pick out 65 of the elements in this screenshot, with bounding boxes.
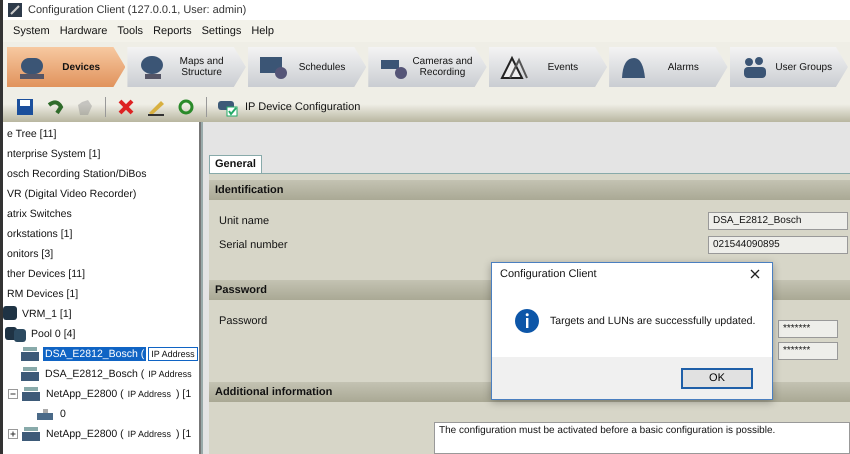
nav-tab[interactable]: User Groups: [730, 47, 848, 87]
nav-tab[interactable]: Maps and Structure: [127, 47, 246, 87]
ok-button[interactable]: OK: [681, 368, 753, 388]
tree-item[interactable]: VRM_1 [1]: [20, 307, 74, 321]
tree-item[interactable]: Pool 0 [4]: [29, 327, 78, 341]
info-icon: [514, 308, 540, 334]
info-text-box: The configuration must be activated before a basic configuration is possible.: [434, 422, 850, 454]
close-icon: [750, 269, 760, 279]
storage-icon: [20, 366, 40, 382]
tree-item[interactable]: DSA_E2812_Bosch (: [43, 367, 146, 381]
window-title: Configuration Client (127.0.0.1, User: admin): [28, 4, 246, 16]
tree-item[interactable]: nterprise System [1]: [5, 147, 102, 161]
delete-button[interactable]: [116, 97, 136, 117]
tree-item[interactable]: ther Devices [11]: [5, 267, 88, 281]
tree-item[interactable]: NetApp_E2800 (: [44, 387, 126, 401]
nav-tab[interactable]: Schedules: [248, 47, 366, 87]
menu-item[interactable]: Tools: [117, 25, 144, 37]
dialog-title: Configuration Client: [500, 268, 597, 280]
text-field[interactable]: 021544090895: [708, 236, 848, 254]
tree-item[interactable]: atrix Switches: [5, 207, 74, 221]
ip-address-text: IP Address: [147, 368, 193, 380]
tree-item[interactable]: osch Recording Station/DiBos: [5, 167, 148, 181]
text-field[interactable]: DSA_E2812_Bosch: [708, 212, 848, 230]
collapse-toggle[interactable]: [8, 389, 18, 399]
tree-item[interactable]: NetApp_E2800 (: [44, 427, 126, 441]
nav-tab[interactable]: Alarms: [609, 47, 728, 87]
save-button[interactable]: [15, 97, 35, 117]
section-header: Identification: [209, 180, 850, 200]
app-icon: [8, 3, 22, 17]
tree-item-suffix: ) [1: [176, 388, 192, 400]
tree-item[interactable]: RM Devices [1]: [5, 287, 80, 301]
nav-tab[interactable]: Devices: [7, 47, 126, 87]
tree-item-suffix: ) [1: [176, 428, 192, 440]
rename-field[interactable]: IP Address: [148, 347, 198, 361]
nav-tab[interactable]: Events: [488, 47, 608, 87]
dialog-message: Targets and LUNs are successfully updated.: [550, 315, 756, 327]
password-field[interactable]: *******: [778, 320, 838, 338]
menu-item[interactable]: Hardware: [60, 25, 108, 37]
tree-item[interactable]: VR (Digital Video Recorder): [5, 187, 138, 201]
menu-item[interactable]: Reports: [153, 25, 192, 37]
tree-item[interactable]: DSA_E2812_Bosch (: [43, 347, 146, 361]
storage-icon: [20, 346, 40, 362]
tree-item[interactable]: onitors [3]: [5, 247, 56, 261]
general-tab[interactable]: General: [209, 155, 262, 173]
ip-address-text: IP Address: [126, 428, 172, 440]
field-label: Password: [219, 314, 268, 327]
plus-icon: [9, 430, 17, 438]
menu-item[interactable]: Settings: [202, 25, 242, 37]
field-label: Unit name: [219, 214, 270, 227]
tree-item[interactable]: e Tree [11]: [5, 127, 58, 141]
field-label: Serial number: [219, 238, 288, 251]
storage-icon: [21, 386, 41, 402]
storage-icon: [3, 306, 17, 322]
tree-item[interactable]: orkstations [1]: [5, 227, 74, 241]
nav-tab[interactable]: Cameras and Recording: [368, 47, 487, 87]
storage-icon: [5, 326, 26, 342]
storage-icon: [21, 426, 41, 442]
tree-item[interactable]: 0: [58, 407, 68, 421]
password-field[interactable]: *******: [778, 342, 838, 360]
menu-item[interactable]: System: [13, 25, 50, 37]
ip-device-configuration-button[interactable]: IP Device Configuration: [217, 97, 360, 117]
ip-address-text: IP Address: [126, 388, 172, 400]
expand-toggle[interactable]: [8, 429, 18, 439]
menu-item[interactable]: Help: [251, 25, 274, 37]
disk-icon: [35, 406, 55, 422]
